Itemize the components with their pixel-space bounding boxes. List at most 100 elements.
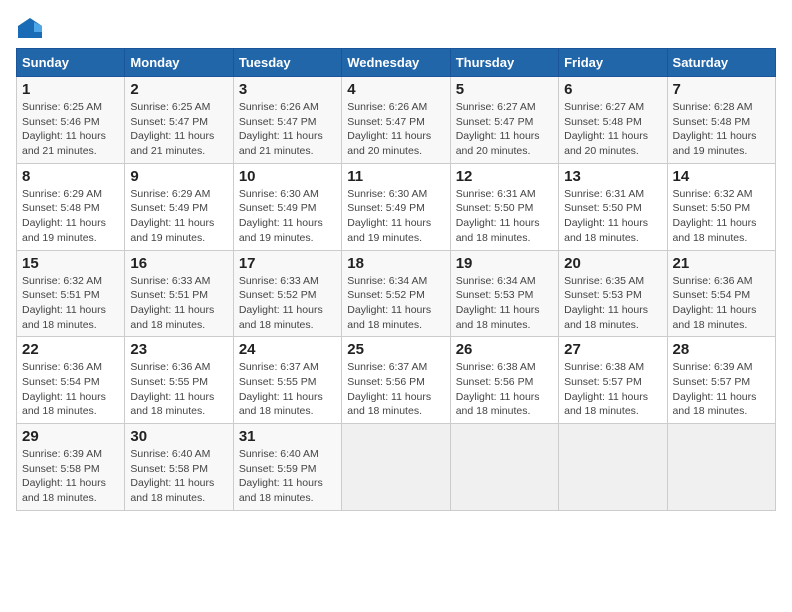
calendar-day-cell bbox=[559, 424, 667, 511]
day-info: Sunrise: 6:33 AMSunset: 5:52 PMDaylight:… bbox=[239, 275, 323, 331]
calendar-day-cell: 11 Sunrise: 6:30 AMSunset: 5:49 PMDaylig… bbox=[342, 163, 450, 250]
day-info: Sunrise: 6:38 AMSunset: 5:56 PMDaylight:… bbox=[456, 361, 540, 417]
day-number: 28 bbox=[673, 341, 770, 358]
calendar-day-cell: 26 Sunrise: 6:38 AMSunset: 5:56 PMDaylig… bbox=[450, 337, 558, 424]
calendar-day-cell: 1 Sunrise: 6:25 AMSunset: 5:46 PMDayligh… bbox=[17, 77, 125, 164]
weekday-header: Wednesday bbox=[342, 49, 450, 77]
day-number: 1 bbox=[22, 81, 119, 98]
header bbox=[16, 16, 776, 40]
calendar-day-cell: 28 Sunrise: 6:39 AMSunset: 5:57 PMDaylig… bbox=[667, 337, 775, 424]
day-number: 15 bbox=[22, 255, 119, 272]
calendar-day-cell: 16 Sunrise: 6:33 AMSunset: 5:51 PMDaylig… bbox=[125, 250, 233, 337]
calendar-day-cell: 8 Sunrise: 6:29 AMSunset: 5:48 PMDayligh… bbox=[17, 163, 125, 250]
day-info: Sunrise: 6:37 AMSunset: 5:55 PMDaylight:… bbox=[239, 361, 323, 417]
calendar-day-cell: 30 Sunrise: 6:40 AMSunset: 5:58 PMDaylig… bbox=[125, 424, 233, 511]
day-info: Sunrise: 6:34 AMSunset: 5:53 PMDaylight:… bbox=[456, 275, 540, 331]
day-number: 29 bbox=[22, 428, 119, 445]
day-number: 2 bbox=[130, 81, 227, 98]
day-number: 23 bbox=[130, 341, 227, 358]
day-number: 21 bbox=[673, 255, 770, 272]
day-number: 6 bbox=[564, 81, 661, 98]
day-info: Sunrise: 6:25 AMSunset: 5:46 PMDaylight:… bbox=[22, 101, 106, 157]
day-info: Sunrise: 6:26 AMSunset: 5:47 PMDaylight:… bbox=[239, 101, 323, 157]
day-info: Sunrise: 6:36 AMSunset: 5:55 PMDaylight:… bbox=[130, 361, 214, 417]
calendar-day-cell: 5 Sunrise: 6:27 AMSunset: 5:47 PMDayligh… bbox=[450, 77, 558, 164]
day-info: Sunrise: 6:32 AMSunset: 5:50 PMDaylight:… bbox=[673, 188, 757, 244]
day-info: Sunrise: 6:28 AMSunset: 5:48 PMDaylight:… bbox=[673, 101, 757, 157]
day-number: 20 bbox=[564, 255, 661, 272]
day-number: 9 bbox=[130, 168, 227, 185]
calendar-day-cell: 18 Sunrise: 6:34 AMSunset: 5:52 PMDaylig… bbox=[342, 250, 450, 337]
day-info: Sunrise: 6:31 AMSunset: 5:50 PMDaylight:… bbox=[564, 188, 648, 244]
weekday-header: Thursday bbox=[450, 49, 558, 77]
calendar-day-cell: 13 Sunrise: 6:31 AMSunset: 5:50 PMDaylig… bbox=[559, 163, 667, 250]
day-number: 25 bbox=[347, 341, 444, 358]
day-info: Sunrise: 6:29 AMSunset: 5:49 PMDaylight:… bbox=[130, 188, 214, 244]
calendar-day-cell: 22 Sunrise: 6:36 AMSunset: 5:54 PMDaylig… bbox=[17, 337, 125, 424]
day-number: 4 bbox=[347, 81, 444, 98]
day-info: Sunrise: 6:25 AMSunset: 5:47 PMDaylight:… bbox=[130, 101, 214, 157]
day-number: 19 bbox=[456, 255, 553, 272]
day-info: Sunrise: 6:40 AMSunset: 5:58 PMDaylight:… bbox=[130, 448, 214, 504]
calendar-day-cell: 31 Sunrise: 6:40 AMSunset: 5:59 PMDaylig… bbox=[233, 424, 341, 511]
day-number: 14 bbox=[673, 168, 770, 185]
calendar-day-cell: 6 Sunrise: 6:27 AMSunset: 5:48 PMDayligh… bbox=[559, 77, 667, 164]
day-number: 22 bbox=[22, 341, 119, 358]
calendar-week-row: 1 Sunrise: 6:25 AMSunset: 5:46 PMDayligh… bbox=[17, 77, 776, 164]
calendar-day-cell bbox=[450, 424, 558, 511]
calendar-day-cell: 19 Sunrise: 6:34 AMSunset: 5:53 PMDaylig… bbox=[450, 250, 558, 337]
calendar-table: SundayMondayTuesdayWednesdayThursdayFrid… bbox=[16, 48, 776, 511]
calendar-day-cell: 10 Sunrise: 6:30 AMSunset: 5:49 PMDaylig… bbox=[233, 163, 341, 250]
day-number: 12 bbox=[456, 168, 553, 185]
day-info: Sunrise: 6:36 AMSunset: 5:54 PMDaylight:… bbox=[22, 361, 106, 417]
calendar-week-row: 22 Sunrise: 6:36 AMSunset: 5:54 PMDaylig… bbox=[17, 337, 776, 424]
day-info: Sunrise: 6:27 AMSunset: 5:48 PMDaylight:… bbox=[564, 101, 648, 157]
calendar-day-cell: 21 Sunrise: 6:36 AMSunset: 5:54 PMDaylig… bbox=[667, 250, 775, 337]
calendar-day-cell: 15 Sunrise: 6:32 AMSunset: 5:51 PMDaylig… bbox=[17, 250, 125, 337]
day-info: Sunrise: 6:32 AMSunset: 5:51 PMDaylight:… bbox=[22, 275, 106, 331]
calendar-day-cell bbox=[342, 424, 450, 511]
calendar-week-row: 29 Sunrise: 6:39 AMSunset: 5:58 PMDaylig… bbox=[17, 424, 776, 511]
calendar-week-row: 8 Sunrise: 6:29 AMSunset: 5:48 PMDayligh… bbox=[17, 163, 776, 250]
weekday-header: Monday bbox=[125, 49, 233, 77]
calendar-day-cell: 20 Sunrise: 6:35 AMSunset: 5:53 PMDaylig… bbox=[559, 250, 667, 337]
logo-icon bbox=[16, 16, 44, 40]
calendar-day-cell: 24 Sunrise: 6:37 AMSunset: 5:55 PMDaylig… bbox=[233, 337, 341, 424]
day-number: 30 bbox=[130, 428, 227, 445]
calendar-day-cell: 14 Sunrise: 6:32 AMSunset: 5:50 PMDaylig… bbox=[667, 163, 775, 250]
day-number: 17 bbox=[239, 255, 336, 272]
weekday-header: Sunday bbox=[17, 49, 125, 77]
calendar-day-cell: 7 Sunrise: 6:28 AMSunset: 5:48 PMDayligh… bbox=[667, 77, 775, 164]
calendar-day-cell: 25 Sunrise: 6:37 AMSunset: 5:56 PMDaylig… bbox=[342, 337, 450, 424]
day-info: Sunrise: 6:34 AMSunset: 5:52 PMDaylight:… bbox=[347, 275, 431, 331]
calendar-day-cell: 29 Sunrise: 6:39 AMSunset: 5:58 PMDaylig… bbox=[17, 424, 125, 511]
day-info: Sunrise: 6:40 AMSunset: 5:59 PMDaylight:… bbox=[239, 448, 323, 504]
calendar-day-cell: 23 Sunrise: 6:36 AMSunset: 5:55 PMDaylig… bbox=[125, 337, 233, 424]
weekday-header-row: SundayMondayTuesdayWednesdayThursdayFrid… bbox=[17, 49, 776, 77]
day-info: Sunrise: 6:30 AMSunset: 5:49 PMDaylight:… bbox=[347, 188, 431, 244]
day-info: Sunrise: 6:26 AMSunset: 5:47 PMDaylight:… bbox=[347, 101, 431, 157]
day-info: Sunrise: 6:27 AMSunset: 5:47 PMDaylight:… bbox=[456, 101, 540, 157]
day-number: 18 bbox=[347, 255, 444, 272]
day-number: 11 bbox=[347, 168, 444, 185]
day-info: Sunrise: 6:29 AMSunset: 5:48 PMDaylight:… bbox=[22, 188, 106, 244]
day-number: 5 bbox=[456, 81, 553, 98]
calendar-day-cell: 12 Sunrise: 6:31 AMSunset: 5:50 PMDaylig… bbox=[450, 163, 558, 250]
day-number: 26 bbox=[456, 341, 553, 358]
day-info: Sunrise: 6:35 AMSunset: 5:53 PMDaylight:… bbox=[564, 275, 648, 331]
day-number: 3 bbox=[239, 81, 336, 98]
day-info: Sunrise: 6:38 AMSunset: 5:57 PMDaylight:… bbox=[564, 361, 648, 417]
calendar-day-cell: 3 Sunrise: 6:26 AMSunset: 5:47 PMDayligh… bbox=[233, 77, 341, 164]
day-info: Sunrise: 6:30 AMSunset: 5:49 PMDaylight:… bbox=[239, 188, 323, 244]
day-info: Sunrise: 6:31 AMSunset: 5:50 PMDaylight:… bbox=[456, 188, 540, 244]
calendar-day-cell: 17 Sunrise: 6:33 AMSunset: 5:52 PMDaylig… bbox=[233, 250, 341, 337]
weekday-header: Saturday bbox=[667, 49, 775, 77]
day-info: Sunrise: 6:36 AMSunset: 5:54 PMDaylight:… bbox=[673, 275, 757, 331]
day-number: 16 bbox=[130, 255, 227, 272]
calendar-day-cell: 9 Sunrise: 6:29 AMSunset: 5:49 PMDayligh… bbox=[125, 163, 233, 250]
calendar-week-row: 15 Sunrise: 6:32 AMSunset: 5:51 PMDaylig… bbox=[17, 250, 776, 337]
day-number: 10 bbox=[239, 168, 336, 185]
day-number: 24 bbox=[239, 341, 336, 358]
day-info: Sunrise: 6:33 AMSunset: 5:51 PMDaylight:… bbox=[130, 275, 214, 331]
logo bbox=[16, 16, 48, 40]
